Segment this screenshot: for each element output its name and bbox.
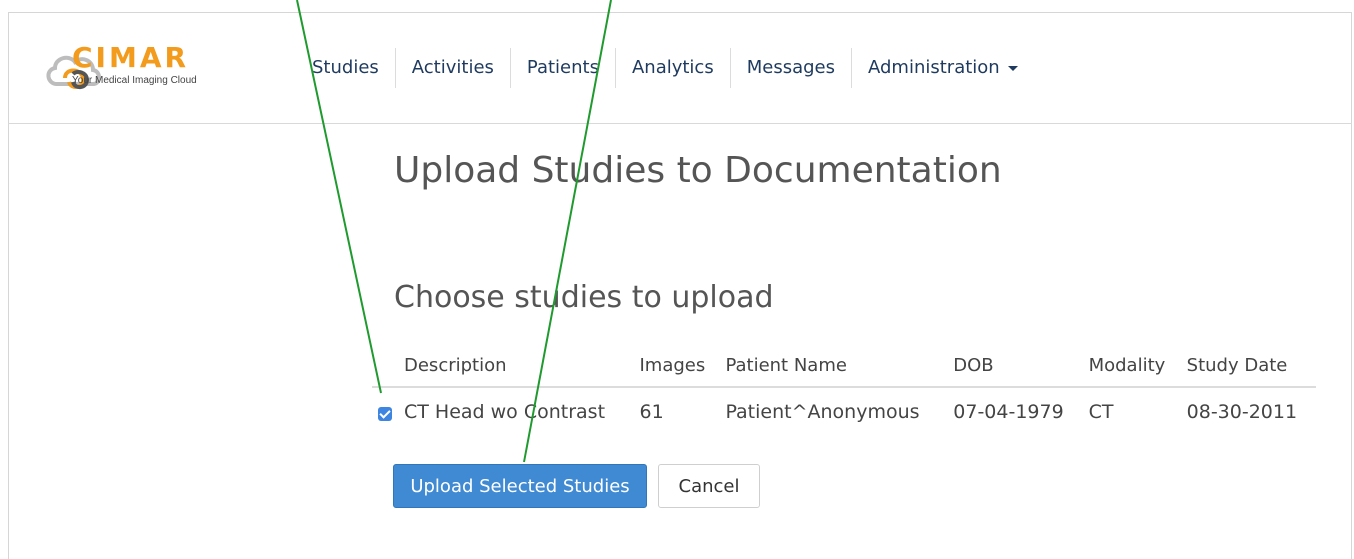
- studies-table: Description Images Patient Name DOB Moda…: [372, 344, 1316, 436]
- section-title: Choose studies to upload: [394, 280, 774, 315]
- nav-item-patients[interactable]: Patients: [509, 48, 615, 88]
- column-header-dob: DOB: [947, 344, 1083, 388]
- caret-down-icon: [1007, 65, 1018, 71]
- nav-item-activities[interactable]: Activities: [394, 48, 510, 88]
- select-column-header: [372, 344, 398, 388]
- nav-item-analytics[interactable]: Analytics: [614, 48, 730, 88]
- column-header-patient-name: Patient Name: [719, 344, 948, 388]
- page-title: Upload Studies to Documentation: [394, 150, 1002, 191]
- column-header-images: Images: [633, 344, 720, 388]
- nav-item-label: Messages: [746, 57, 835, 78]
- table-row[interactable]: CT Head wo Contrast 61 Patient^Anonymous…: [372, 387, 1316, 436]
- nav-item-label: Studies: [312, 57, 379, 78]
- nav-item-label: Analytics: [631, 57, 714, 78]
- upload-selected-button[interactable]: Upload Selected Studies: [393, 464, 647, 508]
- brand-tagline: Your Medical Imaging Cloud: [72, 75, 197, 86]
- upload-button-label: Upload Selected Studies: [410, 475, 630, 497]
- table-header-row: Description Images Patient Name DOB Moda…: [372, 344, 1316, 388]
- row-checkbox[interactable]: [378, 407, 392, 421]
- cell-description: CT Head wo Contrast: [404, 401, 606, 423]
- cell-dob: 07-04-1979: [953, 401, 1064, 423]
- column-header-modality: Modality: [1082, 344, 1181, 388]
- cancel-button-label: Cancel: [678, 475, 740, 497]
- nav-item-studies[interactable]: Studies: [300, 48, 395, 88]
- cell-patient-name: Patient^Anonymous: [725, 401, 920, 423]
- nav-item-administration[interactable]: Administration: [851, 48, 1034, 88]
- nav-item-messages[interactable]: Messages: [729, 48, 851, 88]
- cell-images: 61: [639, 401, 664, 423]
- nav-item-label: Patients: [526, 57, 599, 78]
- nav-item-label: Activities: [411, 57, 494, 78]
- main-nav: Studies Activities Patients Analytics Me…: [300, 48, 1034, 88]
- brand-name: CIMAR: [72, 41, 190, 74]
- cancel-button[interactable]: Cancel: [658, 464, 760, 508]
- nav-item-label: Administration: [868, 57, 1000, 78]
- column-header-study-date: Study Date: [1180, 344, 1316, 388]
- column-header-description: Description: [398, 344, 634, 388]
- cell-study-date: 08-30-2011: [1186, 401, 1298, 423]
- row-select-cell: [372, 387, 398, 436]
- cell-modality: CT: [1088, 401, 1114, 423]
